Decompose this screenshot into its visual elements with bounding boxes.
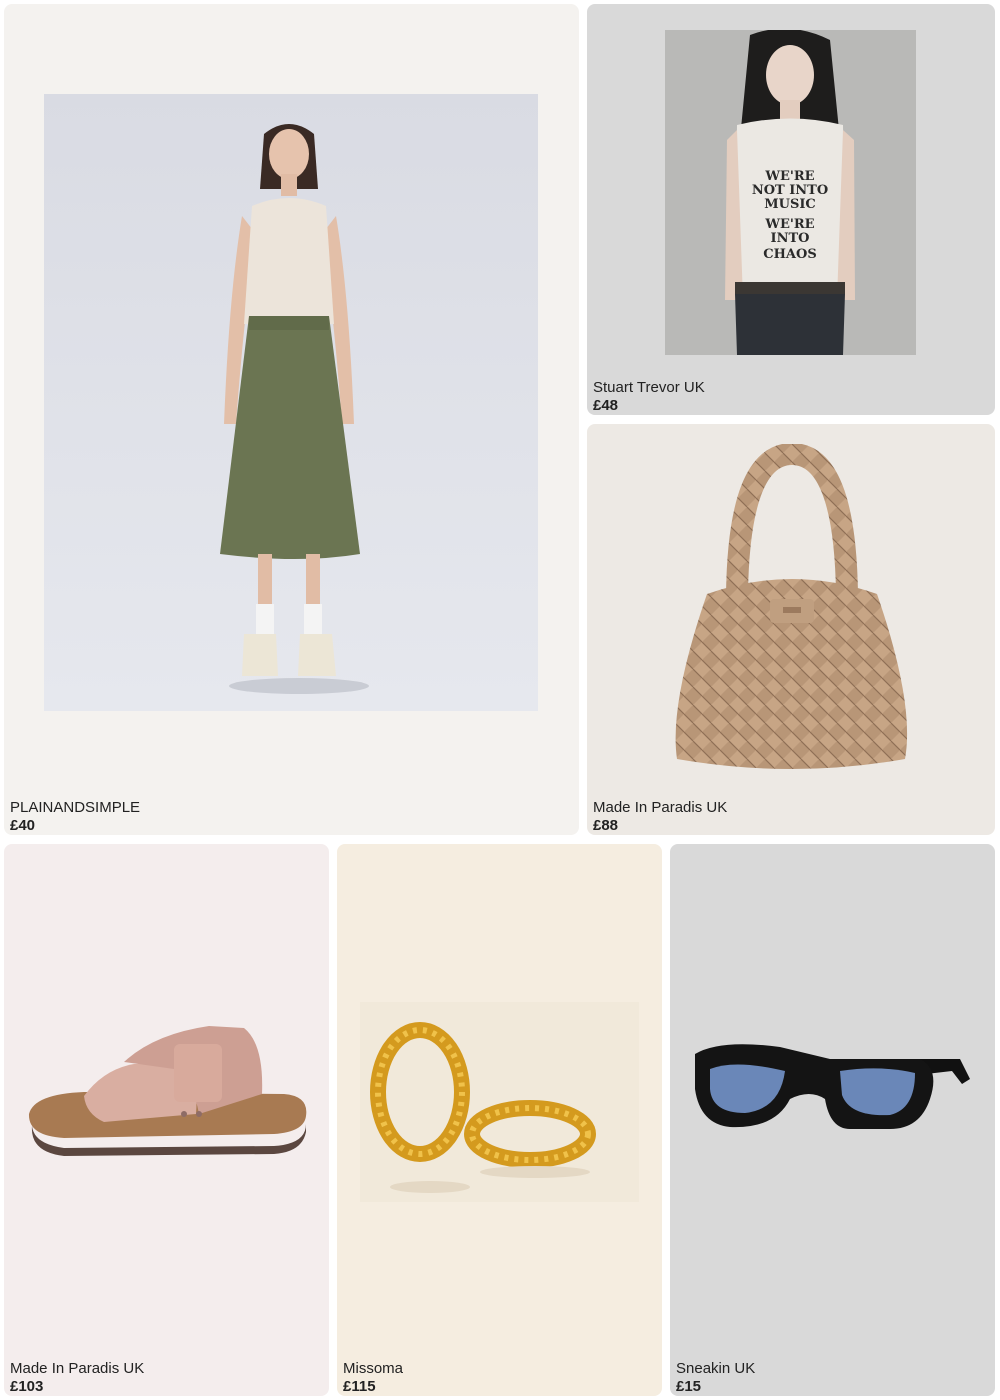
brand-name[interactable]: Sneakin UK — [676, 1360, 755, 1378]
product-caption: Stuart Trevor UK £48 — [593, 379, 705, 415]
product-grid: PLAINANDSIMPLE £40 WE'RE NOT INTO MUSIC … — [0, 0, 1000, 1400]
shirt-text-line: CHAOS — [763, 247, 816, 262]
band-tshirt-image: WE'RE NOT INTO MUSIC WE'RE INTO CHAOS — [665, 30, 916, 355]
product-caption: Sneakin UK £15 — [676, 1360, 755, 1396]
sunglasses-image — [690, 1029, 975, 1139]
product-card[interactable]: PLAINANDSIMPLE £40 — [4, 4, 579, 835]
gold-hoop-earrings-image — [360, 1002, 639, 1202]
product-card[interactable]: Made In Paradis UK £88 — [587, 424, 995, 835]
brand-name[interactable]: PLAINANDSIMPLE — [10, 799, 140, 817]
shirt-text-line: WE'RE — [764, 217, 814, 232]
shirt-text-line: MUSIC — [764, 197, 816, 212]
product-card[interactable]: Sneakin UK £15 — [670, 844, 995, 1396]
price-label: £48 — [593, 397, 619, 414]
product-card[interactable]: Made In Paradis UK £103 — [4, 844, 329, 1396]
shirt-text-line: NOT INTO — [752, 183, 828, 198]
suede-sandal-image — [24, 1014, 309, 1164]
price-label: £103 — [10, 1378, 44, 1395]
product-caption: Made In Paradis UK £88 — [593, 799, 727, 835]
price-label: £40 — [10, 817, 36, 834]
brand-name[interactable]: Missoma — [343, 1360, 403, 1378]
brand-name[interactable]: Stuart Trevor UK — [593, 379, 705, 397]
product-caption: Missoma £115 — [343, 1360, 403, 1396]
shirt-text-line: WE'RE — [764, 169, 814, 184]
price-label: £115 — [343, 1378, 376, 1395]
product-caption: PLAINANDSIMPLE £40 — [10, 799, 140, 835]
brand-name[interactable]: Made In Paradis UK — [593, 799, 727, 817]
brand-name[interactable]: Made In Paradis UK — [10, 1360, 144, 1378]
product-card[interactable]: WE'RE NOT INTO MUSIC WE'RE INTO CHAOS St… — [587, 4, 995, 415]
price-label: £88 — [593, 817, 619, 834]
product-card[interactable]: Missoma £115 — [337, 844, 662, 1396]
woven-bag-image — [657, 444, 927, 774]
shirt-text-line: INTO — [771, 231, 810, 246]
skirt-outfit-image — [44, 94, 538, 711]
product-caption: Made In Paradis UK £103 — [10, 1360, 144, 1396]
price-label: £15 — [676, 1378, 702, 1395]
